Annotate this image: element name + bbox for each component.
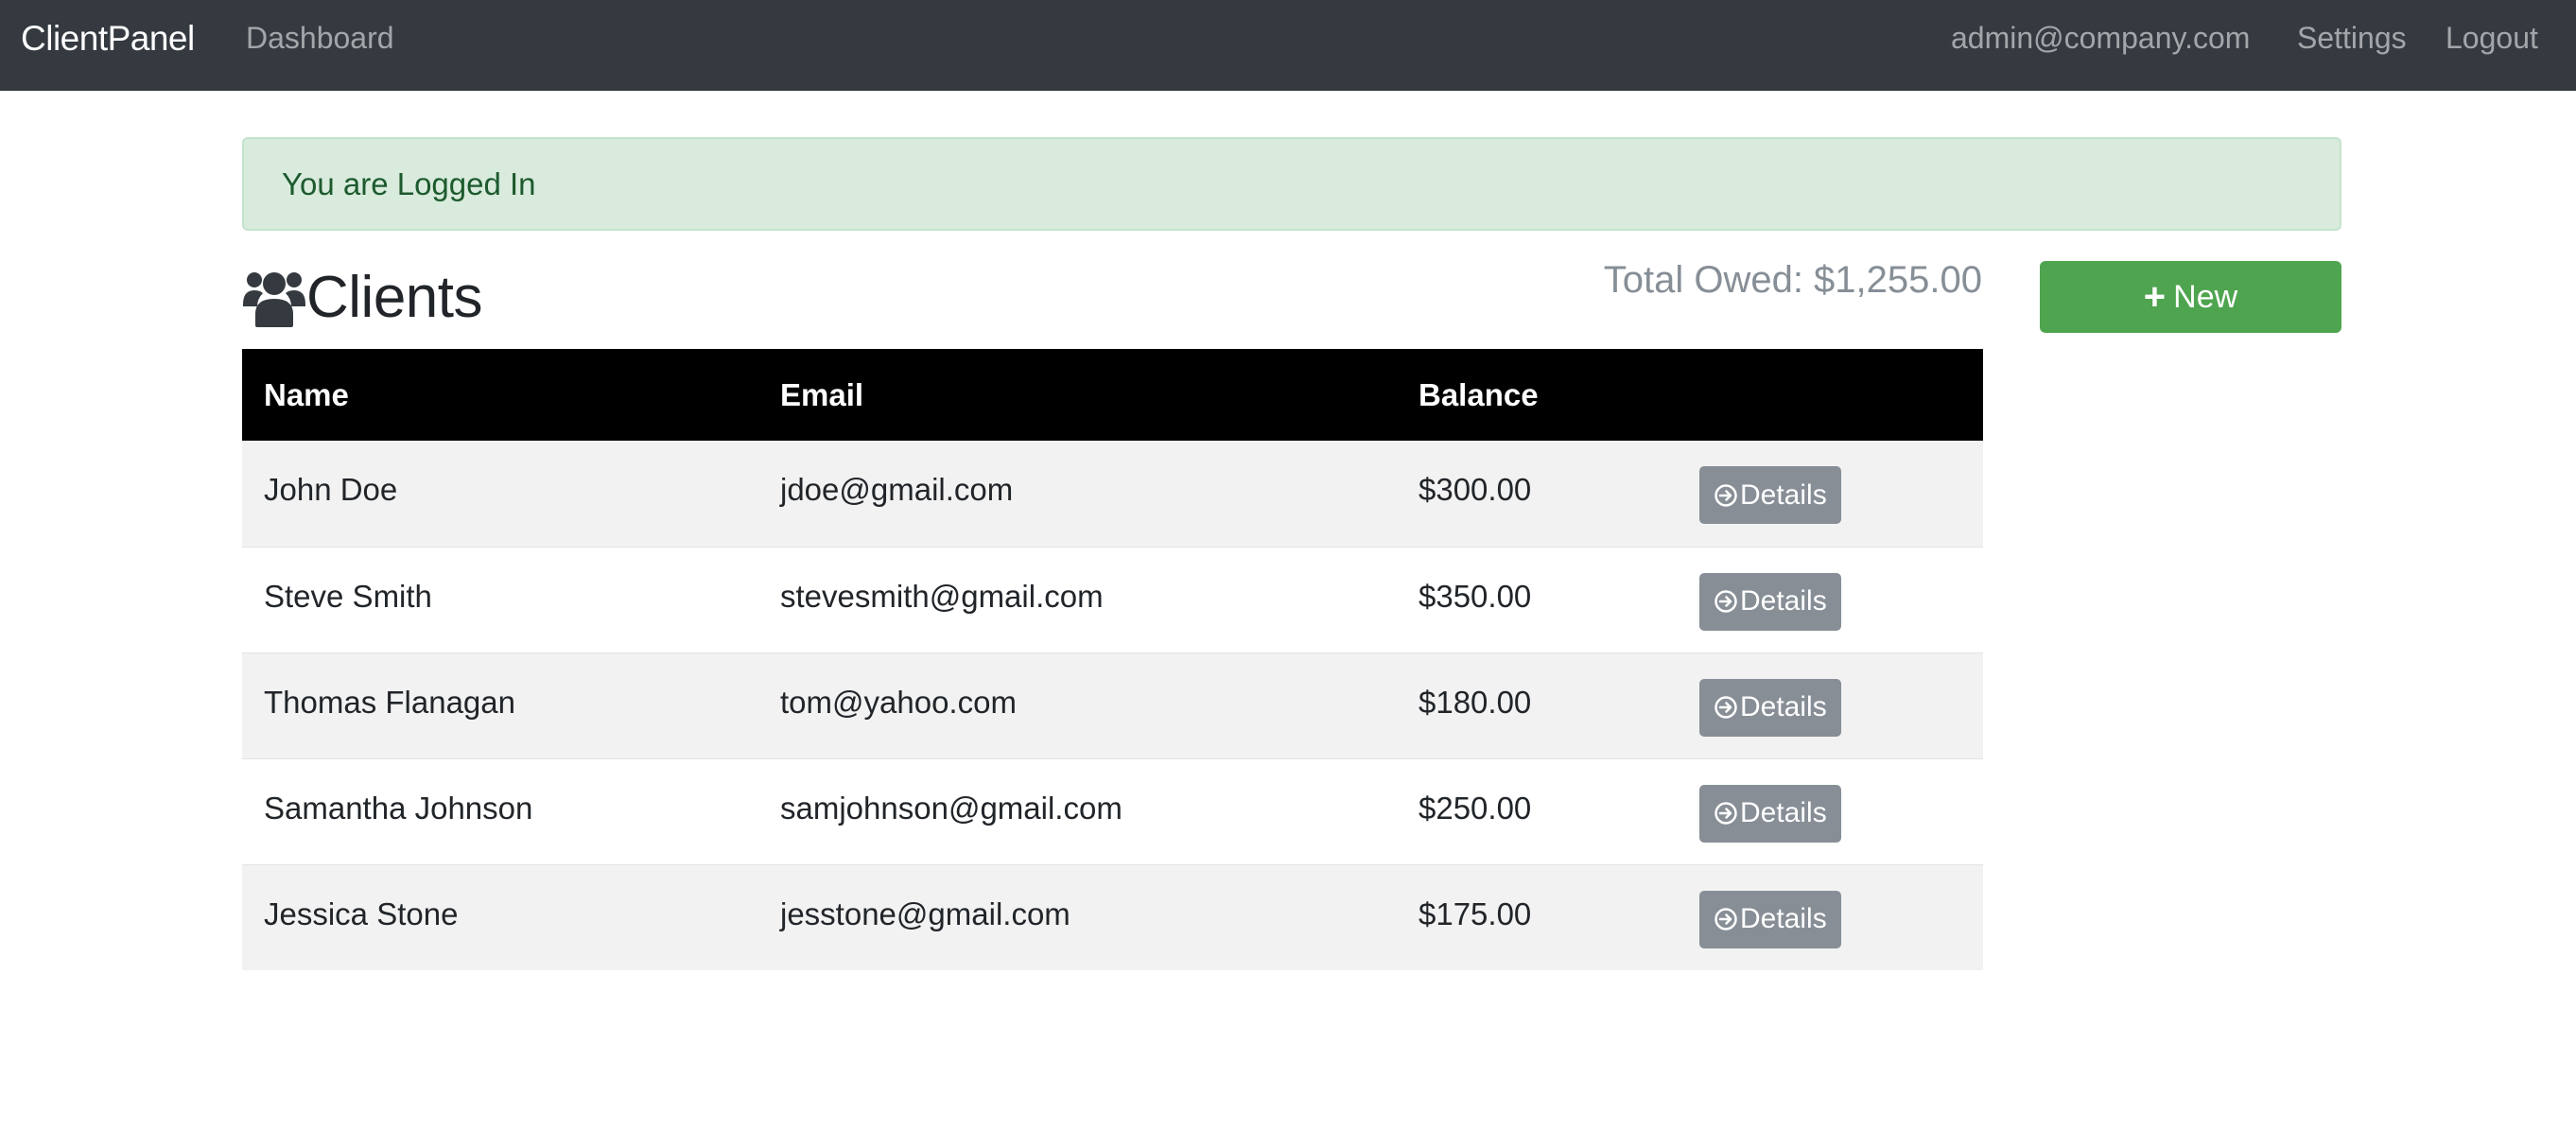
new-client-button[interactable]: + New [2040,261,2341,333]
arrow-circle-right-icon [1714,483,1737,507]
client-balance: $180.00 [1397,652,1672,758]
brand-logo[interactable]: ClientPanel [21,19,195,59]
details-button-label: Details [1740,797,1827,828]
arrow-circle-right-icon [1714,802,1737,825]
details-button[interactable]: Details [1699,678,1841,737]
client-name: Samantha Johnson [242,757,758,864]
nav-dashboard-link[interactable]: Dashboard [246,21,394,56]
client-name: John Doe [264,472,398,507]
column-header-actions [1672,349,1983,441]
details-button[interactable]: Details [1699,572,1841,631]
table-row: Thomas Flanagan tom@yahoo.com $180.00 De… [242,652,1983,758]
client-balance: $175.00 [1397,863,1672,970]
details-button[interactable]: Details [1699,466,1841,524]
arrow-circle-right-icon [1714,590,1737,613]
table-row: John Doe jdoe@gmail.com $300.00 Details [242,441,1983,547]
column-header-name: Name [264,376,349,412]
client-email: stevesmith@gmail.com [758,546,1397,652]
client-balance: $250.00 [1397,757,1672,864]
client-email: jdoe@gmail.com [780,472,1014,507]
client-email: tom@yahoo.com [758,652,1397,758]
client-email: samjohnson@gmail.com [758,757,1397,864]
nav-user-email-link[interactable]: admin@company.com [1951,21,2250,56]
arrow-circle-right-icon [1714,696,1737,719]
login-success-alert: You are Logged In [242,137,2341,231]
column-header-email: Email [780,376,864,412]
client-balance: $300.00 [1419,472,1532,507]
table-row: Jessica Stone jesstone@gmail.com $175.00… [242,863,1983,970]
arrow-circle-right-icon [1714,908,1737,931]
details-button[interactable]: Details [1699,784,1841,843]
column-header-balance: Balance [1419,376,1539,412]
client-email: jesstone@gmail.com [758,863,1397,970]
page-title: Clients [306,264,483,330]
new-button-label: New [2173,278,2238,315]
total-owed: Total Owed: $1,255.00 [1603,259,1982,301]
details-button-label: Details [1740,691,1827,722]
details-button[interactable]: Details [1699,890,1841,948]
client-name: Thomas Flanagan [242,652,758,758]
nav-logout-link[interactable]: Logout [2445,21,2538,56]
users-icon [243,272,305,327]
client-balance: $350.00 [1397,546,1672,652]
table-header-row: Name Email Balance [242,349,1983,441]
table-row: Steve Smith stevesmith@gmail.com $350.00… [242,546,1983,652]
details-button-label: Details [1740,903,1827,934]
client-name: Steve Smith [242,546,758,652]
client-name: Jessica Stone [242,863,758,970]
clients-heading: Clients [242,263,483,331]
alert-message: You are Logged In [282,166,536,201]
clients-table: Name Email Balance John Doe jdoe@gmail.c… [242,349,1983,970]
nav-settings-link[interactable]: Settings [2297,21,2407,56]
navbar: ClientPanel Dashboard admin@company.com … [0,0,2576,91]
details-button-label: Details [1740,585,1827,617]
details-button-label: Details [1740,478,1827,511]
plus-icon: + [2143,276,2167,318]
table-row: Samantha Johnson samjohnson@gmail.com $2… [242,757,1983,864]
